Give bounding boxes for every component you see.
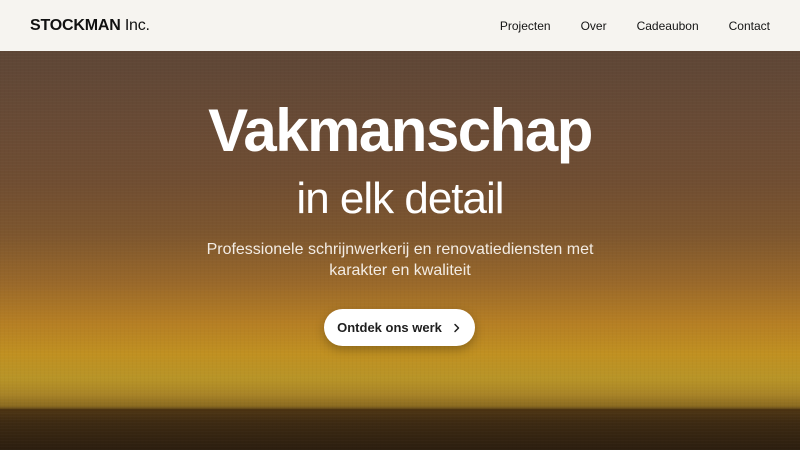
main-nav: Projecten Over Cadeaubon Contact: [500, 19, 770, 33]
hero-horizon-line: [0, 409, 800, 411]
discover-work-label: Ontdek ons werk: [337, 320, 442, 335]
brand-suffix: Inc.: [124, 16, 150, 34]
page: STOCKMAN Inc. Projecten Over Cadeaubon C…: [0, 0, 800, 450]
hero-subtitle: in elk detail: [296, 174, 504, 223]
hero-title: Vakmanschap: [208, 97, 593, 164]
nav-item-projecten[interactable]: Projecten: [500, 19, 551, 33]
brand-logo[interactable]: STOCKMAN Inc.: [30, 17, 150, 35]
discover-work-button[interactable]: Ontdek ons werk: [324, 309, 475, 346]
hero-description: Professionele schrijnwerkerij en renovat…: [206, 241, 594, 279]
nav-item-contact[interactable]: Contact: [729, 19, 770, 33]
site-header: STOCKMAN Inc. Projecten Over Cadeaubon C…: [0, 0, 800, 51]
nav-item-over[interactable]: Over: [581, 19, 607, 33]
brand-name: STOCKMAN: [30, 16, 121, 34]
hero-section: Vakmanschap in elk detail Professionele …: [0, 51, 800, 450]
nav-item-cadeaubon[interactable]: Cadeaubon: [637, 19, 699, 33]
chevron-right-icon: [452, 323, 462, 333]
